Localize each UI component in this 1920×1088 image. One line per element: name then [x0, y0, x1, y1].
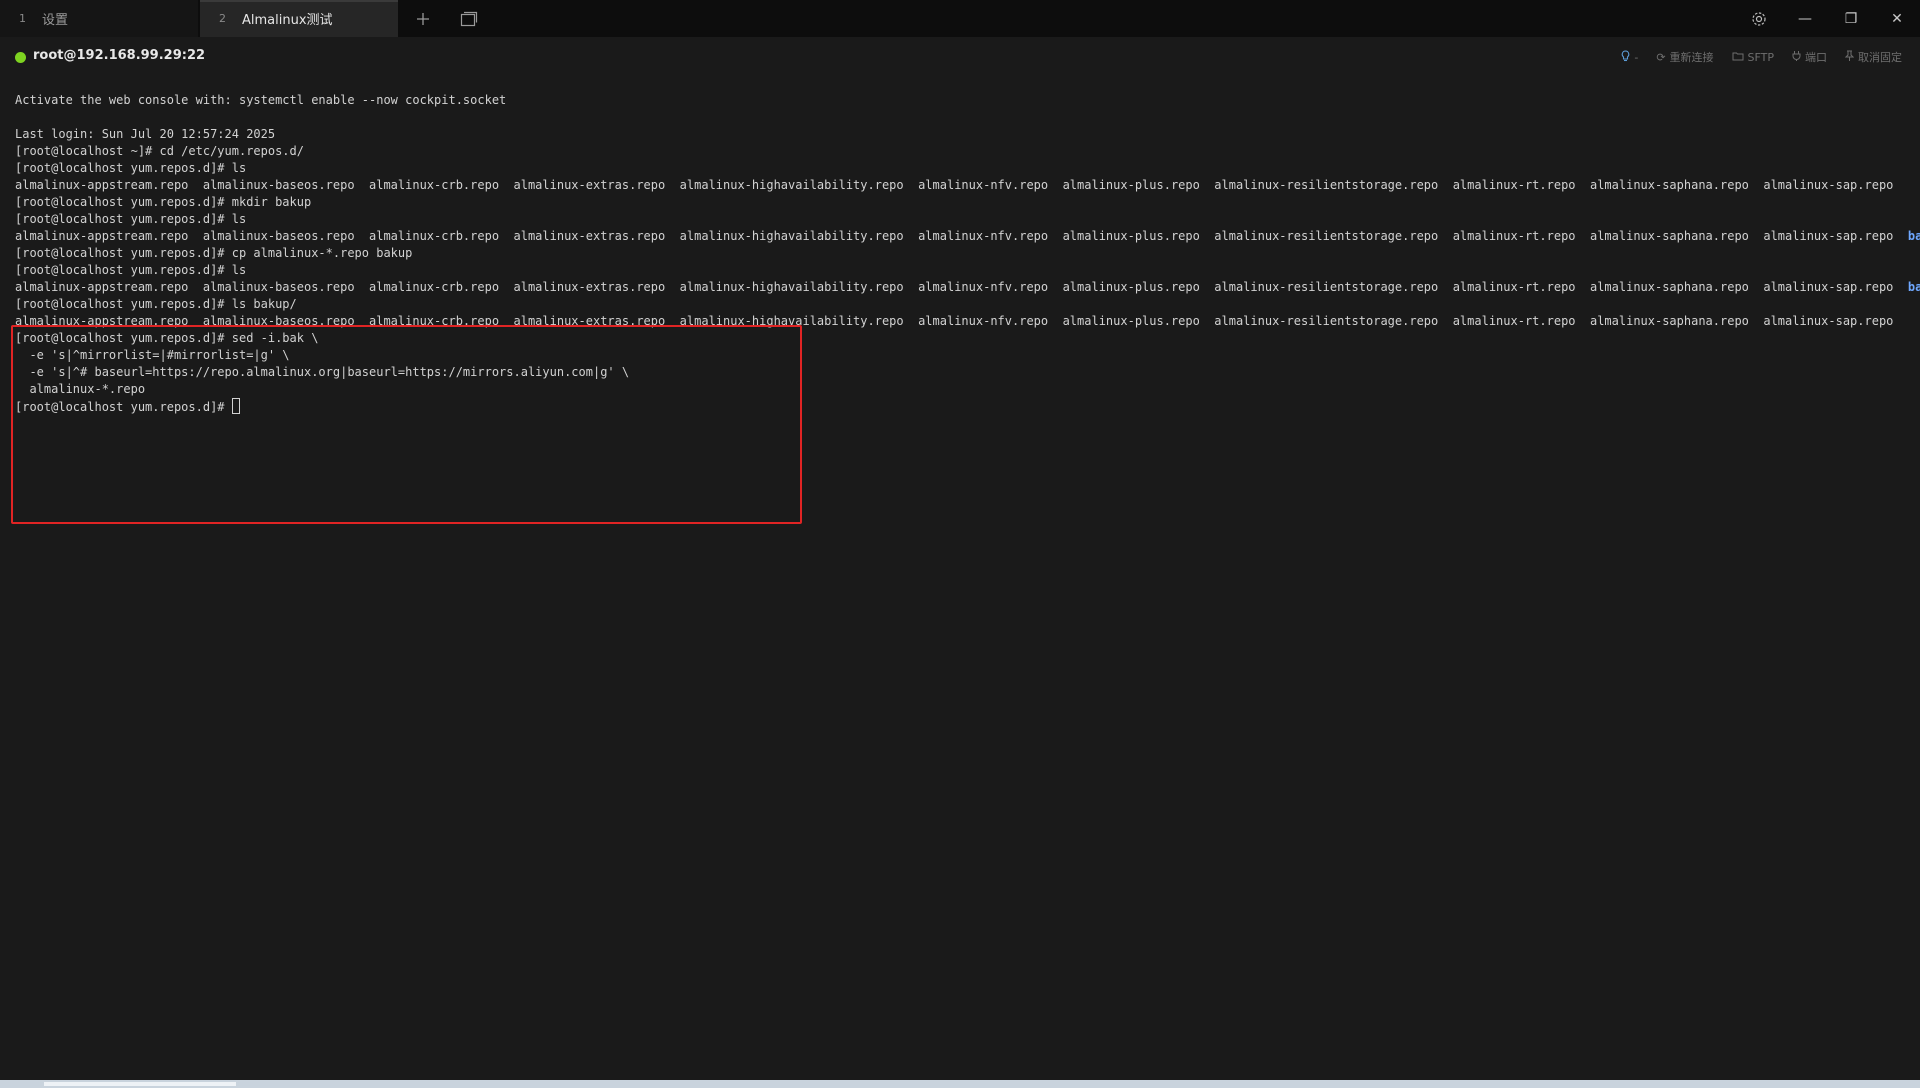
line-text: almalinux-appstream.repo almalinux-baseo…	[15, 280, 1908, 294]
terminal-line: Last login: Sun Jul 20 12:57:24 2025	[15, 127, 276, 141]
horizontal-scrollbar-thumb[interactable]	[44, 1082, 236, 1086]
pin-icon	[1844, 50, 1855, 64]
reconnect-label: 重新连接	[1669, 51, 1714, 64]
tab-settings[interactable]: 1 设置	[0, 0, 198, 37]
unpin-label: 取消固定	[1858, 51, 1902, 64]
hint-suffix: -	[1634, 50, 1639, 64]
refresh-icon: ⟳	[1656, 50, 1666, 64]
plus-icon[interactable]	[403, 0, 443, 37]
close-button[interactable]: ✕	[1874, 0, 1920, 37]
directory-name: bakup	[1907, 280, 1920, 294]
terminal-line: [root@localhost ~]# cd /etc/yum.repos.d/	[15, 144, 304, 158]
terminal-line: [root@localhost yum.repos.d]# ls	[15, 211, 1915, 228]
minimize-button[interactable]: —	[1782, 0, 1828, 37]
terminal-line: almalinux-appstream.repo almalinux-baseo…	[15, 279, 1920, 296]
hint-toggle[interactable]: -	[1621, 49, 1638, 65]
gear-icon[interactable]	[1736, 0, 1782, 37]
window-stack-icon[interactable]	[449, 0, 489, 37]
highlight-annotation-box	[11, 325, 802, 524]
line-text: almalinux-appstream.repo almalinux-baseo…	[15, 229, 1908, 243]
port-label: 端口	[1805, 51, 1827, 64]
bottom-scroll-strip	[0, 1080, 1920, 1088]
tab-label: Almalinux测试	[242, 13, 333, 28]
folder-icon	[1732, 51, 1744, 64]
tab-bar: 1 设置 2 Almalinux测试 — ❐ ✕	[0, 0, 1920, 37]
terminal-line: Activate the web console with: systemctl…	[15, 93, 507, 107]
reconnect-button[interactable]: ⟳ 重新连接	[1656, 49, 1713, 65]
lightbulb-icon	[1621, 49, 1630, 65]
tab-label: 设置	[42, 13, 69, 28]
tab-number: 1	[19, 12, 26, 25]
tab-number: 2	[219, 12, 226, 25]
restore-button[interactable]: ❐	[1828, 0, 1874, 37]
tab-almalinux[interactable]: 2 Almalinux测试	[200, 0, 398, 37]
terminal-line: almalinux-appstream.repo almalinux-baseo…	[15, 178, 1894, 192]
directory-name: bakup	[1907, 229, 1920, 243]
terminal-line: [root@localhost yum.repos.d]# ls bakup/	[15, 297, 297, 311]
terminal-line: [root@localhost yum.repos.d]# ls	[15, 263, 247, 277]
session-toolbar: - ⟳ 重新连接 SFTP 端口 取消固定	[1621, 49, 1902, 65]
sftp-label: SFTP	[1747, 50, 1774, 64]
host-label: root@192.168.99.29:22	[33, 48, 206, 63]
session-header: root@192.168.99.29:22 - ⟳ 重新连接 SFTP 端口 取…	[0, 37, 1920, 77]
connection-status-dot	[15, 52, 26, 63]
terminal-output[interactable]: Activate the web console with: systemctl…	[15, 92, 1920, 1052]
terminal-line: [root@localhost yum.repos.d]# ls	[15, 161, 247, 175]
terminal-line: [root@localhost yum.repos.d]# cp almalin…	[15, 246, 413, 260]
unpin-button[interactable]: 取消固定	[1844, 49, 1902, 65]
sftp-button[interactable]: SFTP	[1732, 49, 1774, 65]
line-text: [root@localhost yum.repos.d]# ls	[15, 212, 247, 226]
terminal-line: [root@localhost yum.repos.d]# mkdir baku…	[15, 195, 312, 209]
port-button[interactable]: 端口	[1792, 49, 1827, 65]
terminal-line: almalinux-appstream.repo almalinux-baseo…	[15, 228, 1920, 245]
plug-icon	[1792, 50, 1801, 64]
